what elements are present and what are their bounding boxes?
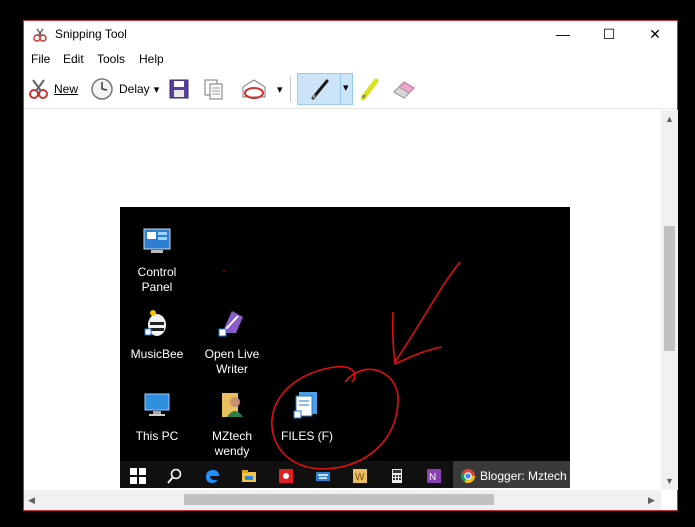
chrome-task-label: Blogger: Mztech: [480, 469, 567, 483]
close-button[interactable]: ✕: [632, 21, 678, 48]
snip-canvas[interactable]: Control Panel MusicBee Open Live Writer …: [24, 110, 661, 488]
red-app-icon: [279, 469, 293, 483]
desktop-icon-label: This PC: [135, 429, 179, 443]
menu-tools[interactable]: Tools: [97, 52, 125, 66]
maximize-icon: ☐: [602, 26, 616, 42]
scissors-icon: [29, 79, 48, 99]
delay-label: Delay: [119, 82, 150, 96]
snipping-tool-app-icon: [33, 28, 47, 42]
desktop-icon-control-panel: Control Panel: [122, 225, 192, 295]
desktop-icon-mztech-wendy: MZtech wendy: [197, 389, 267, 459]
chevron-down-icon: ▾: [153, 83, 160, 96]
delay-button[interactable]: Delay ▾: [90, 74, 159, 104]
scroll-left-icon[interactable]: ◀: [28, 495, 35, 506]
menu-file[interactable]: File: [31, 52, 50, 66]
desktop-icon-open-live-writer: Open Live Writer: [197, 307, 267, 377]
desktop-icon-label: MusicBee: [130, 347, 184, 361]
calculator-icon: [392, 469, 402, 483]
clock-icon: [91, 78, 113, 100]
send-snip-button[interactable]: ▾: [239, 74, 283, 104]
send-snip-icon: [242, 79, 266, 99]
svg-text:W: W: [355, 472, 365, 483]
chevron-down-icon: ▾: [277, 83, 283, 96]
pen-button[interactable]: ▾: [297, 73, 353, 105]
copy-icon: [204, 79, 223, 100]
desktop-icon-files-f: FILES (F): [272, 389, 342, 444]
highlighter-button[interactable]: [359, 74, 381, 104]
minimize-icon: —: [556, 26, 570, 42]
new-label: New: [54, 82, 79, 96]
save-button[interactable]: [167, 74, 191, 104]
scroll-up-icon[interactable]: ▲: [665, 114, 674, 124]
computer-icon: [144, 393, 170, 416]
toolbar: New Delay ▾ ▾ ▾: [24, 70, 677, 109]
musicbee-icon: [144, 310, 166, 336]
scroll-right-icon[interactable]: ▶: [648, 495, 655, 506]
file-explorer-icon: [242, 470, 256, 482]
desktop-icon-label: Panel: [141, 280, 173, 294]
desktop-icon-musicbee: MusicBee: [122, 307, 192, 362]
open-live-writer-icon: [218, 311, 243, 337]
desktop-icon-label: Open Live: [204, 347, 260, 361]
split-divider: [340, 74, 341, 104]
toolbar-separator: [290, 76, 291, 102]
desktop-icon-label: MZtech: [211, 429, 252, 443]
window-title: Snipping Tool: [55, 27, 127, 41]
menu-bar: File Edit Tools Help: [24, 49, 677, 69]
menu-help[interactable]: Help: [139, 52, 164, 66]
svg-text:N: N: [429, 472, 436, 483]
windows-start-icon: [130, 468, 146, 484]
search-icon: [167, 468, 182, 484]
new-button[interactable]: New: [27, 74, 78, 104]
snipping-tool-window: Snipping Tool — ☐ ✕ File Edit Tools Help…: [23, 20, 678, 511]
minimize-button[interactable]: —: [540, 21, 586, 48]
pen-icon: [311, 79, 329, 100]
scroll-down-icon[interactable]: ▼: [665, 476, 674, 486]
chevron-down-icon[interactable]: ▾: [343, 81, 349, 94]
horizontal-scrollbar[interactable]: ◀ ▶: [24, 490, 661, 510]
chrome-icon: [460, 469, 475, 483]
chrome-taskbar-item: Blogger: Mztech: [453, 461, 570, 488]
menu-edit[interactable]: Edit: [63, 52, 84, 66]
snip-taskbar: W N Blogger: Mztech: [120, 461, 570, 488]
control-panel-icon: [143, 228, 171, 253]
user-folder-icon: [222, 393, 243, 417]
eraser-button[interactable]: [391, 74, 417, 104]
maximize-button[interactable]: ☐: [586, 21, 632, 48]
vertical-scrollbar[interactable]: ▲ ▼: [661, 110, 678, 490]
desktop-icon-label: Writer: [216, 362, 248, 376]
captured-screenshot: Control Panel MusicBee Open Live Writer …: [120, 207, 570, 488]
highlighter-icon: [360, 78, 379, 101]
copy-button[interactable]: [202, 74, 226, 104]
onenote-icon: N: [427, 469, 441, 483]
desktop-icon-label: Control: [137, 265, 177, 279]
horizontal-scroll-thumb[interactable]: [184, 494, 494, 505]
edge-browser-icon: [206, 470, 219, 483]
close-icon: ✕: [649, 26, 661, 42]
drive-shortcut-icon: [293, 392, 317, 419]
keyboard-icon: [316, 472, 330, 481]
desktop-icon-this-pc: This PC: [122, 389, 192, 444]
eraser-icon: [393, 81, 415, 99]
vertical-scroll-thumb[interactable]: [664, 226, 675, 351]
save-icon: [169, 79, 189, 99]
title-bar[interactable]: Snipping Tool — ☐ ✕: [24, 21, 677, 48]
desktop-icon-label: FILES (F): [280, 429, 333, 443]
desktop-icon-label: wendy: [214, 444, 250, 458]
word-icon: W: [353, 469, 367, 483]
